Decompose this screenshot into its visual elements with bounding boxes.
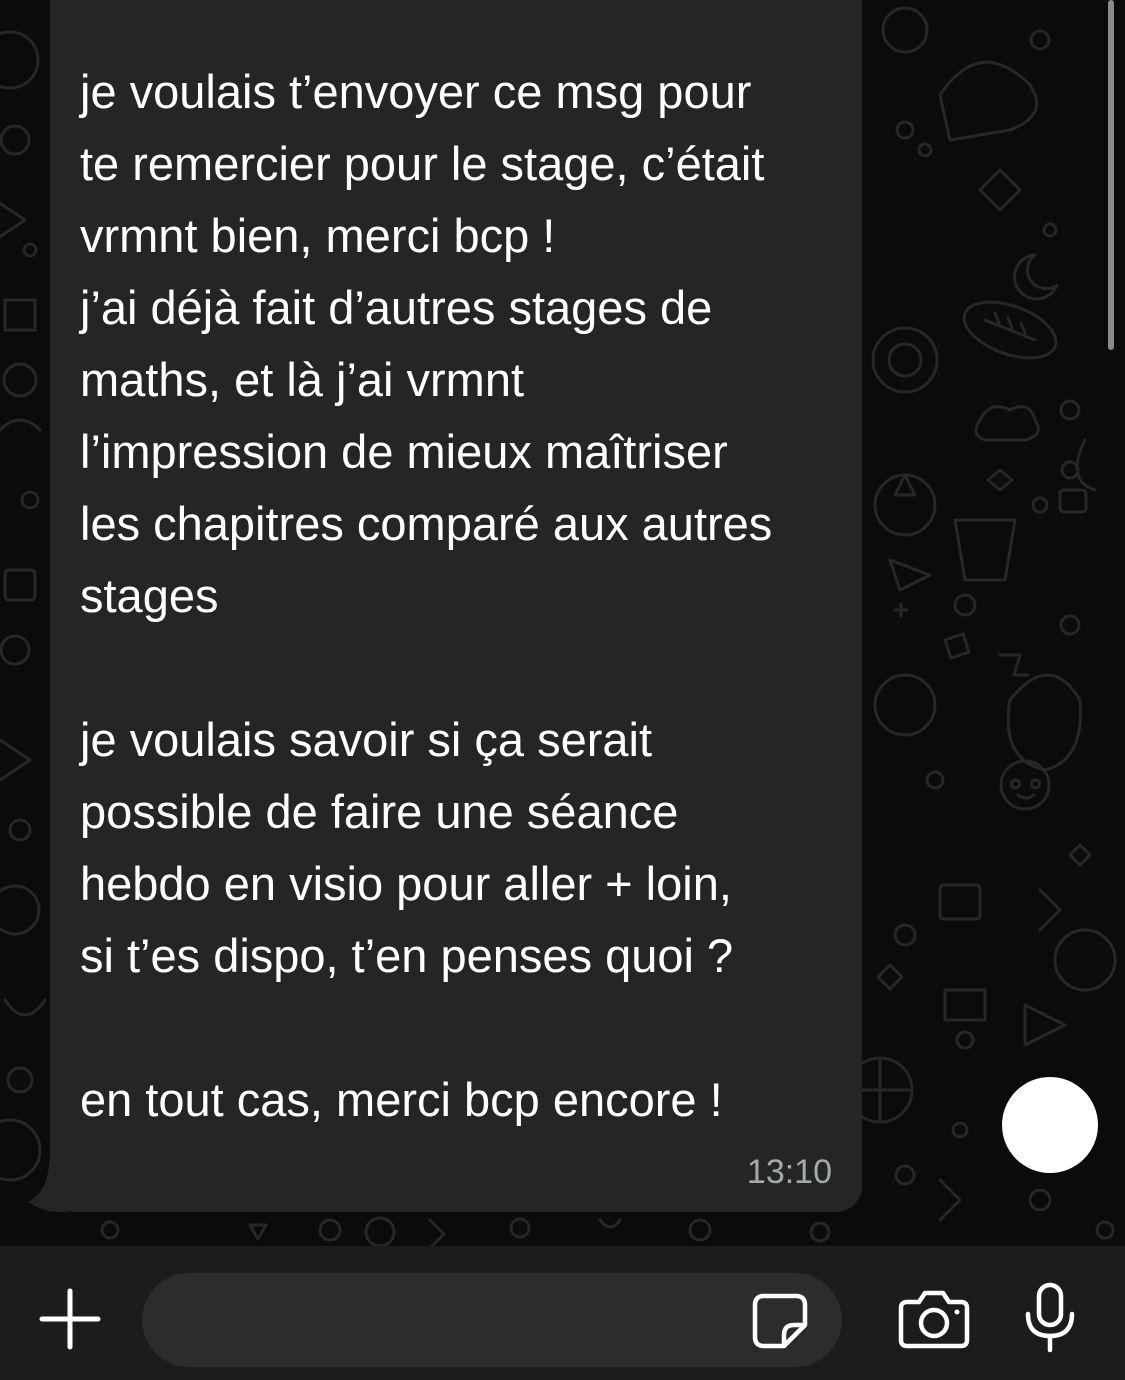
- chat-area[interactable]: je voulais t’envoyer ce msg pour te reme…: [0, 0, 1125, 1246]
- message-line: vrmnt bien, merci bcp !: [80, 209, 556, 262]
- message-line: je voulais t’envoyer ce msg pour: [80, 65, 752, 118]
- message-paragraph-2: je voulais savoir si ça serait possible …: [80, 704, 850, 992]
- message-line: te remercier pour le stage, c’était: [80, 137, 765, 190]
- message-line: hebdo en visio pour aller + loin,: [80, 857, 732, 910]
- message-text: je voulais t’envoyer ce msg pour te reme…: [80, 56, 850, 1136]
- message-line: possible de faire une séance: [80, 785, 679, 838]
- scroll-down-button[interactable]: [1002, 1077, 1098, 1173]
- scrollbar[interactable]: [1108, 0, 1114, 350]
- message-line: maths, et là j’ai vrmnt: [80, 353, 525, 406]
- message-line: je voulais savoir si ça serait: [80, 713, 653, 766]
- camera-icon[interactable]: [897, 1288, 971, 1350]
- plus-icon[interactable]: [36, 1285, 104, 1353]
- message-line: j’ai déjà fait d’autres stages de: [80, 281, 713, 334]
- sticker-icon[interactable]: [750, 1291, 810, 1351]
- message-line: si t’es dispo, t’en penses quoi ?: [80, 929, 734, 982]
- message-timestamp: 13:10: [746, 1153, 832, 1191]
- microphone-icon[interactable]: [1022, 1282, 1078, 1354]
- message-line: l’impression de mieux maîtriser: [80, 425, 728, 478]
- message-line: les chapitres comparé aux autres: [80, 497, 773, 550]
- message-paragraph-3: en tout cas, merci bcp encore !: [80, 1064, 850, 1136]
- message-line: en tout cas, merci bcp encore !: [80, 1073, 723, 1126]
- message-line: stages: [80, 569, 219, 622]
- message-input[interactable]: [142, 1273, 842, 1367]
- message-paragraph-1: je voulais t’envoyer ce msg pour te reme…: [80, 56, 850, 632]
